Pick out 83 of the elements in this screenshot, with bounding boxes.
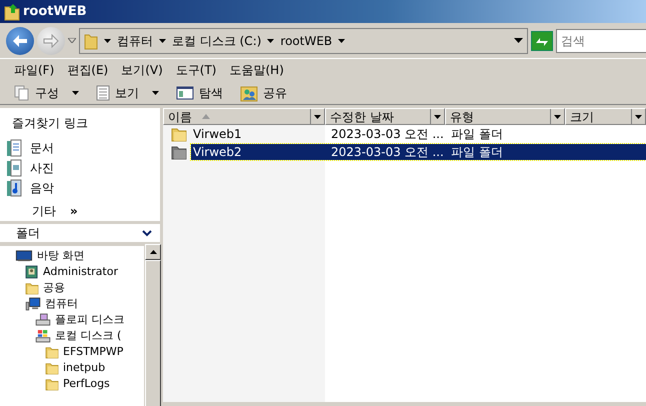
back-button[interactable] xyxy=(6,26,34,54)
tree-item[interactable]: inetpub xyxy=(0,360,106,376)
tree-item[interactable]: Administrator xyxy=(0,264,118,280)
caret-icon xyxy=(159,38,166,42)
caret-icon xyxy=(338,38,346,42)
file-row[interactable]: Virweb1 2023-03-03 오전 ... 파일 폴더 xyxy=(191,126,646,142)
folder-icon xyxy=(84,32,98,50)
file-name: Virweb2 xyxy=(192,144,243,161)
pages-icon xyxy=(14,84,30,100)
breadcrumb-link[interactable]: rootWEB xyxy=(280,32,332,50)
caret-icon xyxy=(554,114,561,118)
caret-icon xyxy=(314,114,321,118)
list-view-icon xyxy=(96,84,110,100)
caret-icon xyxy=(514,38,523,43)
tree-item[interactable]: 플로피 디스크 xyxy=(0,312,124,328)
breadcrumb-link[interactable]: 로컬 디스크 (C:) xyxy=(172,32,262,50)
favorite-link[interactable]: 음악 xyxy=(6,178,160,198)
scrollbar[interactable] xyxy=(144,244,160,406)
chevron-down-icon xyxy=(142,230,152,236)
window-title: rootWEB xyxy=(23,2,87,21)
address-bar[interactable]: 컴퓨터 로컬 디스크 (C:) rootWEB xyxy=(79,28,528,54)
monitor-icon xyxy=(16,250,32,262)
file-row[interactable]: Virweb2 2023-03-03 오전 ... 파일 폴더 xyxy=(191,144,646,160)
search-field[interactable]: 검색 xyxy=(556,28,646,52)
menu-item[interactable]: 파일(F) xyxy=(8,61,62,79)
tree-item[interactable]: EFSTMPWP xyxy=(0,344,124,360)
menu-item[interactable]: 도움말(H) xyxy=(224,61,291,79)
address-dropdown[interactable] xyxy=(514,38,523,43)
tree-item[interactable]: 로컬 디스크 ( xyxy=(0,328,122,344)
more-links-button[interactable]: 기타 » xyxy=(32,201,78,221)
history-dropdown[interactable] xyxy=(68,38,76,43)
column-header[interactable]: 크기 xyxy=(565,108,646,125)
section-heading: 즐겨찾기 링크 xyxy=(12,115,89,132)
forward-arrow-icon xyxy=(43,34,59,48)
computer-icon xyxy=(25,297,41,311)
menu-item[interactable]: 도구(T) xyxy=(170,61,224,79)
folder-icon xyxy=(4,2,20,20)
people-icon xyxy=(240,84,258,102)
music-icon xyxy=(6,179,22,197)
menu-item[interactable]: 보기(V) xyxy=(115,61,170,79)
folder-icon xyxy=(25,281,39,295)
refresh-icon xyxy=(531,30,553,50)
folder-icon xyxy=(45,361,59,375)
floppy-drive-icon xyxy=(35,313,51,327)
refresh-button[interactable] xyxy=(531,30,553,50)
file-date: 2023-03-03 오전 ... xyxy=(330,126,445,143)
file-date: 2023-03-03 오전 ... xyxy=(330,144,445,161)
folders-header[interactable]: 폴더 xyxy=(0,224,160,242)
caret-icon xyxy=(434,114,441,118)
tree-item[interactable]: 공용 xyxy=(0,280,65,296)
favorite-link[interactable]: 문서 xyxy=(6,138,160,158)
back-arrow-icon xyxy=(12,34,28,48)
user-card-icon xyxy=(25,265,39,279)
tree-item[interactable]: 바탕 화면 xyxy=(0,248,84,264)
folder-icon xyxy=(171,144,187,160)
column-header[interactable]: 수정한 날짜 xyxy=(325,108,445,125)
window-pane-icon xyxy=(176,86,194,100)
toolbar-button[interactable]: 보기 xyxy=(90,84,167,102)
windows-drive-icon xyxy=(35,329,51,343)
column-header[interactable]: 유형 xyxy=(445,108,565,125)
folder-icon xyxy=(45,377,59,391)
breadcrumb-link[interactable]: 컴퓨터 xyxy=(117,32,153,50)
caret-icon xyxy=(635,114,642,118)
file-type: 파일 폴더 xyxy=(450,126,503,143)
forward-button[interactable] xyxy=(37,26,65,54)
toolbar-button[interactable]: 구성 xyxy=(8,84,87,102)
picture-icon xyxy=(6,159,22,177)
favorite-link[interactable]: 사진 xyxy=(6,158,160,178)
toolbar-button[interactable]: 공유 xyxy=(234,84,295,102)
toolbar-button[interactable]: 탐색 xyxy=(170,84,231,102)
caret-icon xyxy=(267,38,274,42)
folder-icon xyxy=(45,345,59,359)
document-icon xyxy=(6,139,22,157)
file-name: Virweb1 xyxy=(192,126,243,143)
up-arrow-icon xyxy=(150,250,156,254)
caret-icon xyxy=(68,38,76,43)
menu-item[interactable]: 편집(E) xyxy=(61,61,116,79)
folder-icon xyxy=(171,126,187,142)
tree-item[interactable]: 컴퓨터 xyxy=(0,296,78,312)
file-type: 파일 폴더 xyxy=(450,144,503,161)
tree-item[interactable]: PerfLogs xyxy=(0,376,110,392)
column-header[interactable]: 이름 xyxy=(163,108,325,125)
caret-icon xyxy=(104,38,111,42)
